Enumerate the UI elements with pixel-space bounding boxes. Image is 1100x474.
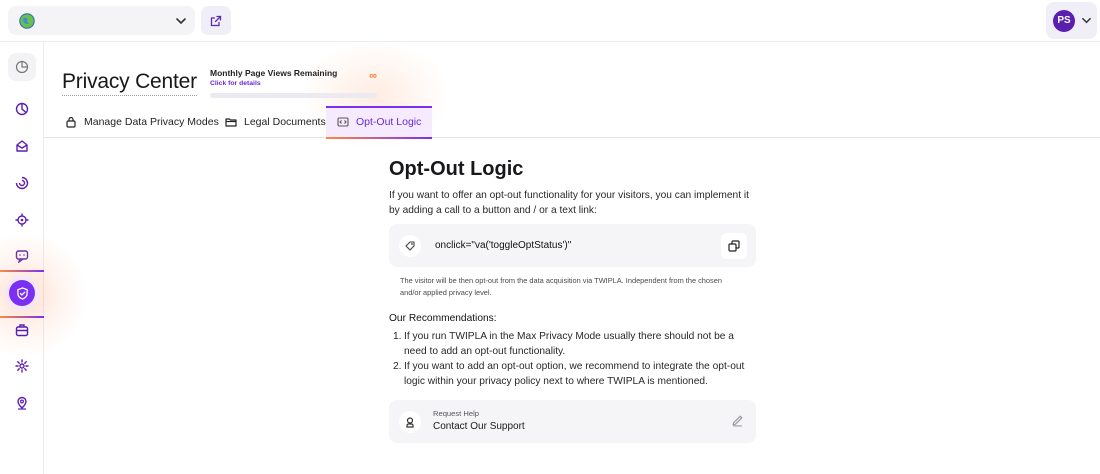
external-link-icon [210, 15, 222, 26]
sidebar-item-analytics[interactable] [8, 95, 36, 123]
avatar: PS [1053, 9, 1075, 32]
sidebar-item-insights[interactable] [8, 169, 36, 197]
sidebar [0, 42, 90, 474]
page-views-value: ∞ [369, 70, 377, 82]
open-website-button[interactable] [201, 6, 231, 35]
user-menu-button[interactable]: PS [1046, 2, 1097, 39]
sidebar-item-inbox[interactable] [8, 132, 36, 160]
opt-out-note: The visitor will be then opt-out from th… [400, 276, 722, 297]
website-selector[interactable] [8, 6, 195, 35]
page-views-label: Monthly Page Views Remaining [210, 68, 338, 78]
spiral-icon [15, 176, 29, 190]
gear-icon [15, 359, 29, 373]
edit-icon [732, 415, 743, 427]
tab-manage-data-privacy-modes[interactable]: Manage Data Privacy Modes [65, 106, 219, 138]
lock-icon [66, 116, 76, 128]
tab-label: Legal Documents [244, 116, 326, 128]
section-heading: Opt-Out Logic [389, 158, 524, 180]
tab-label: Opt-Out Logic [356, 116, 422, 128]
help-value: Contact Our Support [433, 421, 525, 432]
sidebar-item-dashboard[interactable] [8, 53, 36, 81]
recommendations-title: Our Recommendations: [389, 313, 497, 324]
chevron-down-icon [176, 17, 186, 24]
tab-label: Manage Data Privacy Modes [84, 116, 219, 128]
sidebar-item-settings[interactable] [8, 352, 36, 380]
page-title: Privacy Center [62, 70, 197, 96]
list-item: 1. If you run TWIPLA in the Max Privacy M… [393, 331, 734, 357]
folder-icon [225, 118, 237, 127]
shield-icon [16, 286, 28, 300]
page-views-details-link[interactable]: Click for details [210, 80, 377, 87]
code-snippet: onclick="va('toggleOptStatus')" [435, 240, 572, 251]
recommendations-list: 1. If you run TWIPLA in the Max Privacy M… [389, 329, 756, 389]
support-icon [399, 411, 421, 433]
globe-icon [19, 12, 35, 29]
opt-out-content: Opt-Out Logic If you want to offer an op… [389, 158, 756, 443]
contact-support-button[interactable]: Request Help Contact Our Support [389, 400, 756, 443]
pie-chart-icon [15, 102, 29, 116]
chevron-down-icon [1082, 17, 1091, 24]
copy-icon [728, 240, 740, 252]
page-views-widget[interactable]: Monthly Page Views Remaining Click for d… [210, 68, 377, 98]
dashboard-icon [15, 60, 29, 74]
help-label: Request Help [433, 409, 480, 418]
sidebar-item-privacy[interactable] [0, 230, 90, 360]
target-icon [15, 213, 29, 227]
top-bar: PS [0, 0, 1100, 42]
location-icon [17, 396, 27, 410]
copy-button[interactable] [721, 233, 747, 259]
sidebar-item-location[interactable] [8, 389, 36, 417]
code-snippet-box: onclick="va('toggleOptStatus')" [389, 224, 756, 267]
sidebar-item-toolbox[interactable] [8, 316, 36, 344]
tag-icon [399, 235, 421, 257]
briefcase-icon [15, 324, 29, 337]
tab-bar: Manage Data Privacy Modes Legal Document… [44, 106, 1100, 139]
code-window-icon [337, 117, 349, 127]
intro-text: If you want to offer an opt-out function… [389, 190, 749, 216]
inbox-icon [16, 140, 28, 152]
tab-legal-documents[interactable]: Legal Documents [225, 106, 326, 138]
page-views-bar [210, 93, 377, 98]
tab-opt-out-logic[interactable]: Opt-Out Logic [326, 106, 433, 139]
list-item: 2. If you want to add an opt-out option, … [393, 361, 745, 387]
